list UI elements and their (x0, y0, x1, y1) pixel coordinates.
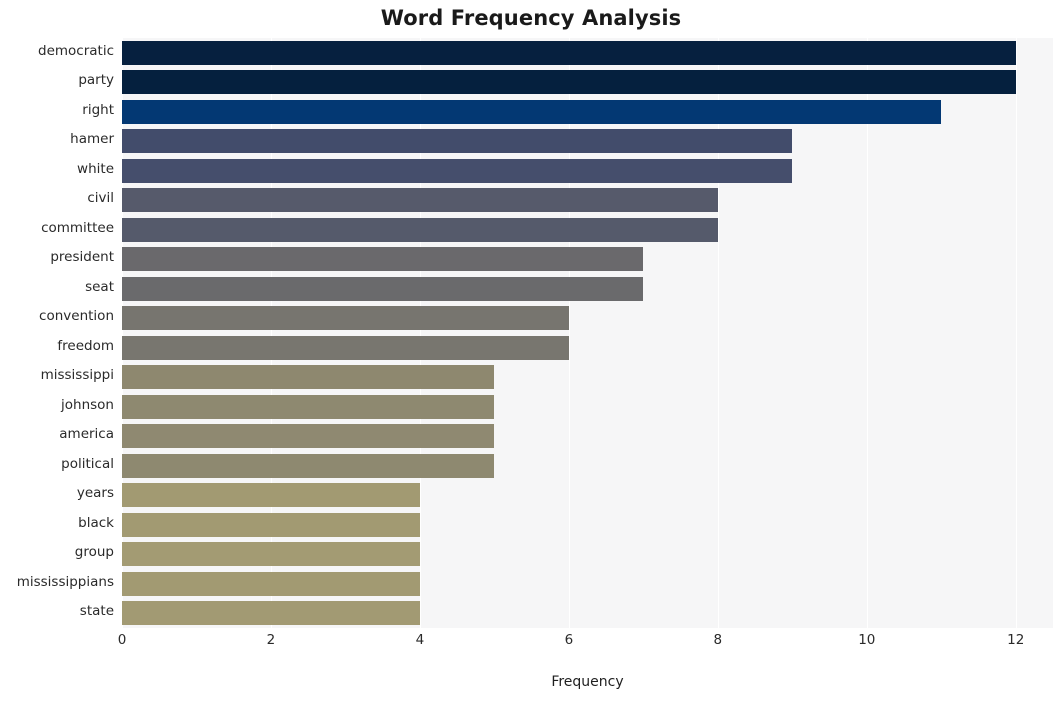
x-tick-label-6: 6 (564, 632, 574, 648)
x-tick-label-0: 0 (117, 632, 127, 648)
bar-row (122, 424, 1053, 449)
bar-row (122, 306, 1053, 331)
bar-row (122, 99, 1053, 124)
bar-freedom (122, 335, 569, 360)
y-tick-label-mississippians: mississippians (16, 573, 114, 590)
bar-row (122, 188, 1053, 213)
bar-row (122, 276, 1053, 301)
bar-row (122, 601, 1053, 626)
y-tick-label-hamer: hamer (70, 131, 114, 148)
y-tick-label-seat: seat (85, 278, 114, 295)
y-tick-label-party: party (78, 72, 114, 89)
y-tick-label-white: white (77, 160, 114, 177)
bar-hamer (122, 129, 793, 154)
x-axis-tick-labels: 0 2 4 6 8 10 12 (118, 632, 1053, 656)
y-tick-label-mississippi: mississippi (40, 367, 114, 384)
bar-white (122, 158, 793, 183)
bar-civil (122, 188, 718, 213)
x-tick-label-8: 8 (713, 632, 723, 648)
bar-committee (122, 217, 718, 242)
y-tick-label-civil: civil (87, 190, 114, 207)
x-tick-label-10: 10 (858, 632, 876, 648)
bar-mississippi (122, 365, 495, 390)
y-tick-label-freedom: freedom (57, 337, 114, 354)
bar-row (122, 335, 1053, 360)
bar-convention (122, 306, 569, 331)
bar-row (122, 129, 1053, 154)
bar-series (122, 38, 1053, 628)
bar-row (122, 217, 1053, 242)
plot-area (122, 38, 1053, 628)
bar-row (122, 394, 1053, 419)
bar-row (122, 158, 1053, 183)
chart-title: Word Frequency Analysis (380, 6, 682, 30)
bar-row (122, 453, 1053, 478)
bar-democratic (122, 40, 1016, 65)
y-axis-tick-labels: democratic party right hamer white civil commi… (0, 38, 114, 628)
bar-row (122, 512, 1053, 537)
y-tick-label-right: right (82, 101, 114, 118)
bar-row (122, 40, 1053, 65)
bar-row (122, 70, 1053, 95)
y-tick-label-convention: convention (39, 308, 114, 325)
bar-row (122, 365, 1053, 390)
y-tick-label-president: president (50, 249, 114, 266)
bar-black (122, 512, 420, 537)
x-tick-label-12: 12 (1007, 632, 1025, 648)
y-tick-label-political: political (61, 455, 114, 472)
y-tick-label-committee: committee (41, 219, 114, 236)
bar-right (122, 99, 942, 124)
bar-party (122, 70, 1016, 95)
bar-group (122, 542, 420, 567)
y-tick-label-years: years (76, 485, 114, 502)
bar-johnson (122, 394, 495, 419)
bar-state (122, 601, 420, 626)
bar-years (122, 483, 420, 508)
bar-row (122, 247, 1053, 272)
bar-america (122, 424, 495, 449)
y-tick-label-group: group (74, 544, 114, 561)
bar-row (122, 483, 1053, 508)
bar-president (122, 247, 644, 272)
bar-row (122, 542, 1053, 567)
bar-row (122, 571, 1053, 596)
x-tick-label-4: 4 (415, 632, 425, 648)
bar-mississippians (122, 571, 420, 596)
bar-seat (122, 276, 644, 301)
bar-political (122, 453, 495, 478)
y-tick-label-black: black (78, 514, 114, 531)
chart-figure: Word Frequency Analysis democratic party r… (0, 0, 1062, 701)
x-axis-label: Frequency (551, 674, 624, 690)
y-tick-label-state: state (79, 603, 114, 620)
y-tick-label-america: america (59, 426, 114, 443)
y-tick-label-johnson: johnson (61, 396, 114, 413)
y-tick-label-democratic: democratic (38, 42, 114, 59)
x-tick-label-2: 2 (266, 632, 276, 648)
